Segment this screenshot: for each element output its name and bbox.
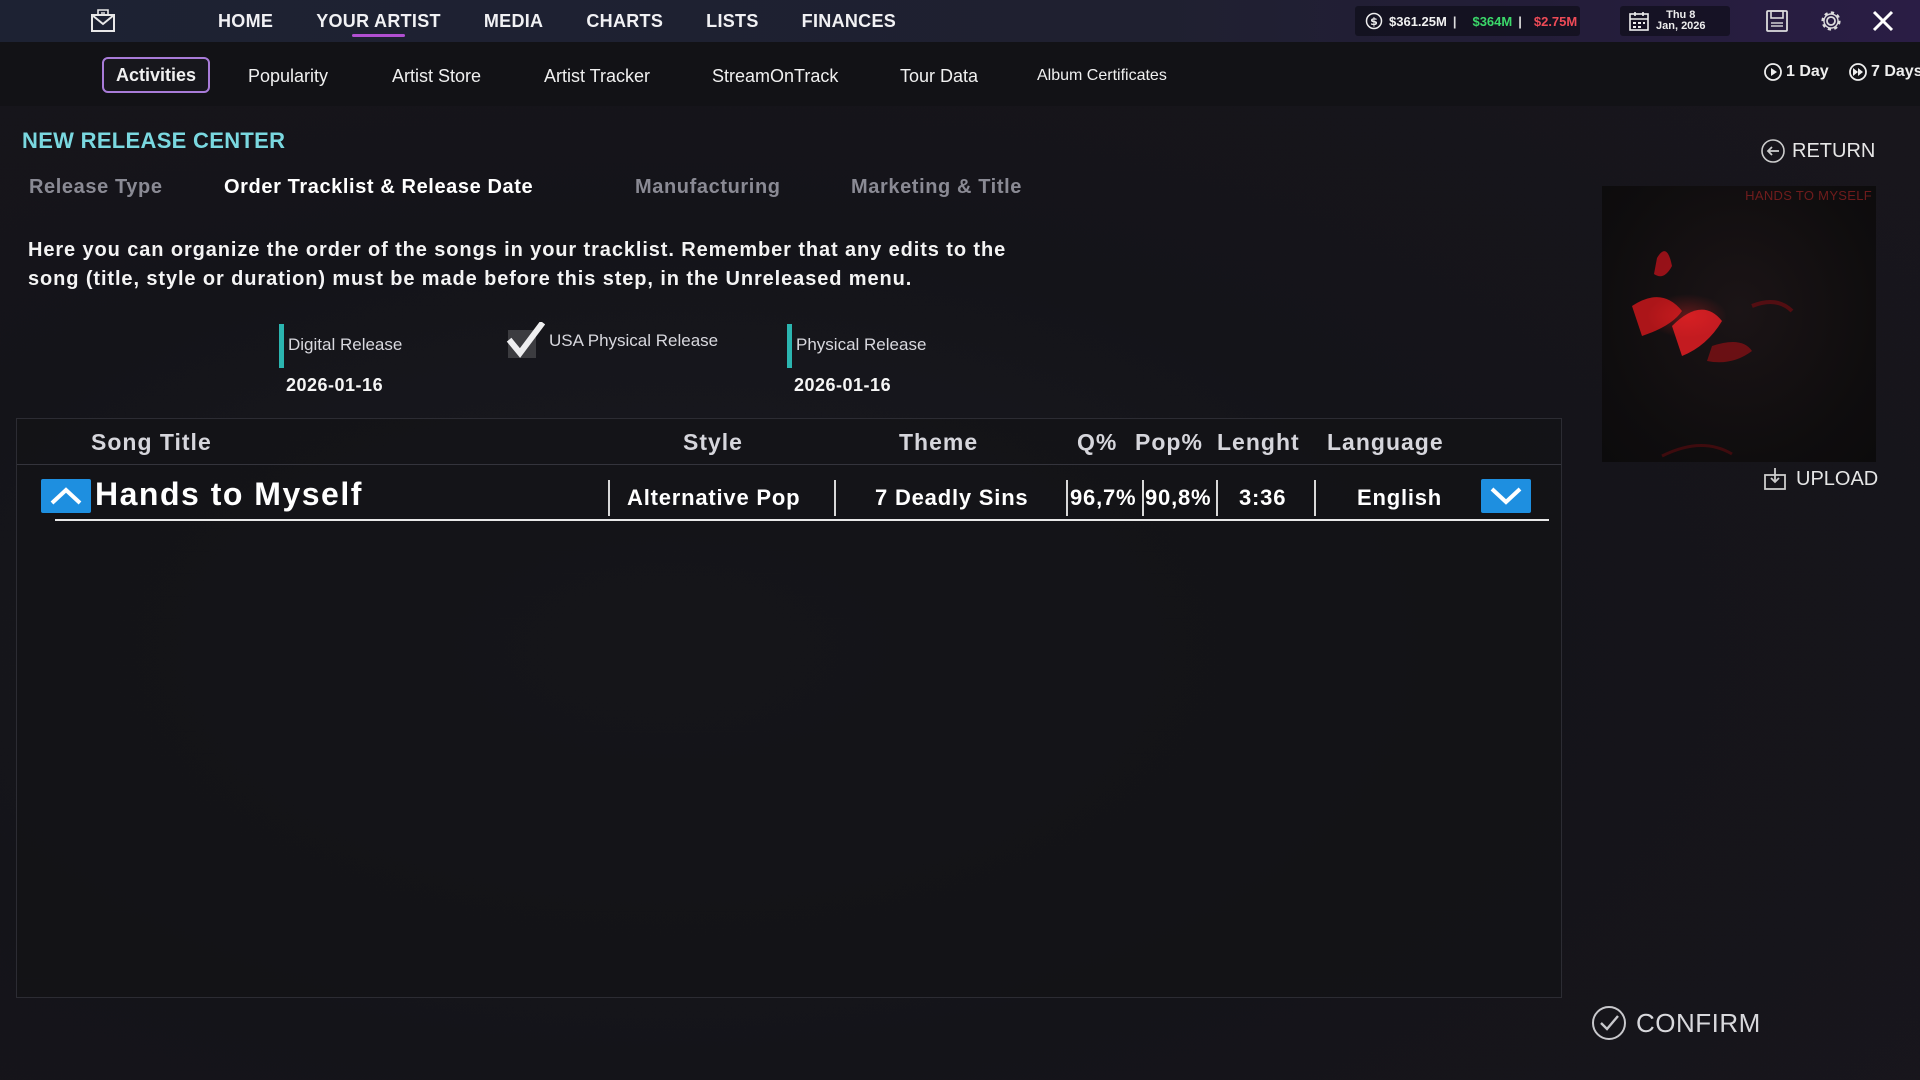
instructions-line-1: Here you can organize the order of the s… — [28, 239, 1007, 261]
fast-forward-clock-icon — [1849, 63, 1867, 81]
cover-art[interactable]: HANDS TO MYSELF — [1602, 186, 1876, 462]
advance-1-day-button[interactable]: 1 Day — [1763, 62, 1829, 82]
upload-label: UPLOAD — [1796, 467, 1879, 490]
save-icon[interactable] — [1764, 8, 1790, 34]
tab-tour-data[interactable]: Tour Data — [900, 58, 978, 94]
confirm-button[interactable]: CONFIRM — [1590, 1004, 1761, 1042]
money-expense: $2.75M — [1533, 13, 1578, 29]
move-down-button[interactable] — [1481, 479, 1531, 513]
svg-text:$: $ — [1370, 15, 1378, 28]
tab-artist-tracker[interactable]: Artist Tracker — [544, 58, 650, 94]
tab-popularity[interactable]: Popularity — [248, 58, 328, 94]
instructions-text: Here you can organize the order of the s… — [28, 236, 1108, 294]
row-underline — [55, 519, 1549, 521]
col-theme: Theme — [899, 429, 979, 455]
song-quality: 96,7% — [1070, 485, 1137, 510]
physical-release-marker — [787, 324, 792, 368]
physical-release-label: Physical Release — [796, 335, 927, 354]
song-length: 3:36 — [1239, 485, 1287, 510]
step-manufacturing[interactable]: Manufacturing — [635, 176, 781, 199]
col-quality: Q% — [1077, 429, 1118, 455]
column-divider — [1216, 480, 1218, 516]
digital-release-marker — [279, 324, 284, 368]
chevron-up-icon — [50, 487, 82, 505]
song-style: Alternative Pop — [627, 485, 801, 510]
check-circle-icon — [1592, 1006, 1626, 1040]
column-divider — [1066, 480, 1068, 516]
tab-activities[interactable]: Activities — [102, 57, 211, 93]
current-date: Thu 8 Jan, 2026 — [1656, 10, 1706, 32]
return-label: RETURN — [1792, 139, 1876, 162]
nav-finances[interactable]: FINANCES — [802, 0, 896, 42]
return-button[interactable]: RETURN — [1760, 138, 1875, 164]
advance-7-days-label: 7 Days — [1871, 63, 1920, 80]
date-display: Thu 8 Jan, 2026 — [1620, 6, 1730, 36]
top-bar: HOME YOUR ARTIST MEDIA CHARTS LISTS FINA… — [0, 0, 1920, 42]
money-income: $364M — [1472, 13, 1513, 29]
song-theme: 7 Deadly Sins — [875, 485, 1029, 510]
nav-home[interactable]: HOME — [218, 0, 273, 42]
col-song-title: Song Title — [91, 429, 212, 455]
money-separator: | — [1452, 13, 1457, 29]
return-icon — [1761, 139, 1785, 163]
usa-physical-release-label: USA Physical Release — [549, 331, 719, 350]
column-divider — [1142, 480, 1144, 516]
checkmark-icon[interactable] — [505, 322, 545, 362]
advance-1-day-label: 1 Day — [1786, 63, 1829, 80]
date-month-year: Jan, 2026 — [1656, 20, 1706, 32]
step-marketing-title[interactable]: Marketing & Title — [851, 176, 1022, 199]
digital-release-label: Digital Release — [288, 335, 403, 354]
dollar-icon: $ — [1365, 12, 1383, 30]
mail-icon[interactable] — [88, 6, 118, 36]
digital-release-date[interactable]: 2026-01-16 — [286, 375, 383, 396]
table-header: Song Title Style Theme Q% Pop% Lenght La… — [17, 419, 1561, 465]
nav-media[interactable]: MEDIA — [484, 0, 544, 42]
col-popularity: Pop% — [1135, 429, 1203, 455]
advance-7-days-button[interactable]: 7 Days — [1848, 62, 1920, 82]
tab-artist-store[interactable]: Artist Store — [392, 58, 481, 94]
close-icon[interactable] — [1868, 6, 1898, 36]
song-title: Hands to Myself — [95, 476, 363, 512]
upload-icon — [1764, 468, 1786, 490]
song-language: English — [1357, 485, 1443, 510]
instructions-line-2: song (title, style or duration) must be … — [28, 268, 913, 290]
step-release-type[interactable]: Release Type — [29, 176, 163, 199]
main-nav: HOME YOUR ARTIST MEDIA CHARTS LISTS FINA… — [218, 0, 939, 42]
nav-charts[interactable]: CHARTS — [586, 0, 663, 42]
page-title: NEW RELEASE CENTER — [22, 128, 286, 153]
cover-artwork-image — [1632, 251, 1794, 458]
nav-lists[interactable]: LISTS — [706, 0, 759, 42]
tab-streamontrack[interactable]: StreamOnTrack — [712, 58, 838, 94]
money-total: $361.25M — [1389, 13, 1447, 29]
calendar-icon — [1629, 12, 1649, 31]
gear-icon[interactable] — [1818, 8, 1844, 34]
nav-your-artist[interactable]: YOUR ARTIST — [316, 0, 441, 42]
money-separator: | — [1518, 13, 1522, 29]
clock-icon — [1764, 63, 1782, 81]
column-divider — [834, 480, 836, 516]
col-length: Lenght — [1217, 429, 1300, 455]
step-order-tracklist[interactable]: Order Tracklist & Release Date — [224, 176, 533, 199]
chevron-down-icon — [1490, 487, 1522, 505]
col-language: Language — [1327, 429, 1444, 455]
physical-release-date[interactable]: 2026-01-16 — [794, 375, 891, 396]
song-popularity: 90,8% — [1145, 485, 1212, 510]
money-display: $ $361.25M | $364M | $2.75M — [1355, 6, 1580, 36]
move-up-button[interactable] — [41, 479, 91, 513]
cover-title-text: HANDS TO MYSELF — [1745, 188, 1872, 203]
confirm-label: CONFIRM — [1636, 1007, 1761, 1038]
column-divider — [608, 480, 610, 516]
upload-button[interactable]: UPLOAD — [1762, 466, 1878, 492]
tab-album-certificates[interactable]: Album Certificates — [1037, 58, 1167, 94]
column-divider — [1314, 480, 1316, 516]
col-style: Style — [683, 429, 743, 455]
tracklist-table: Song Title Style Theme Q% Pop% Lenght La… — [16, 418, 1562, 998]
